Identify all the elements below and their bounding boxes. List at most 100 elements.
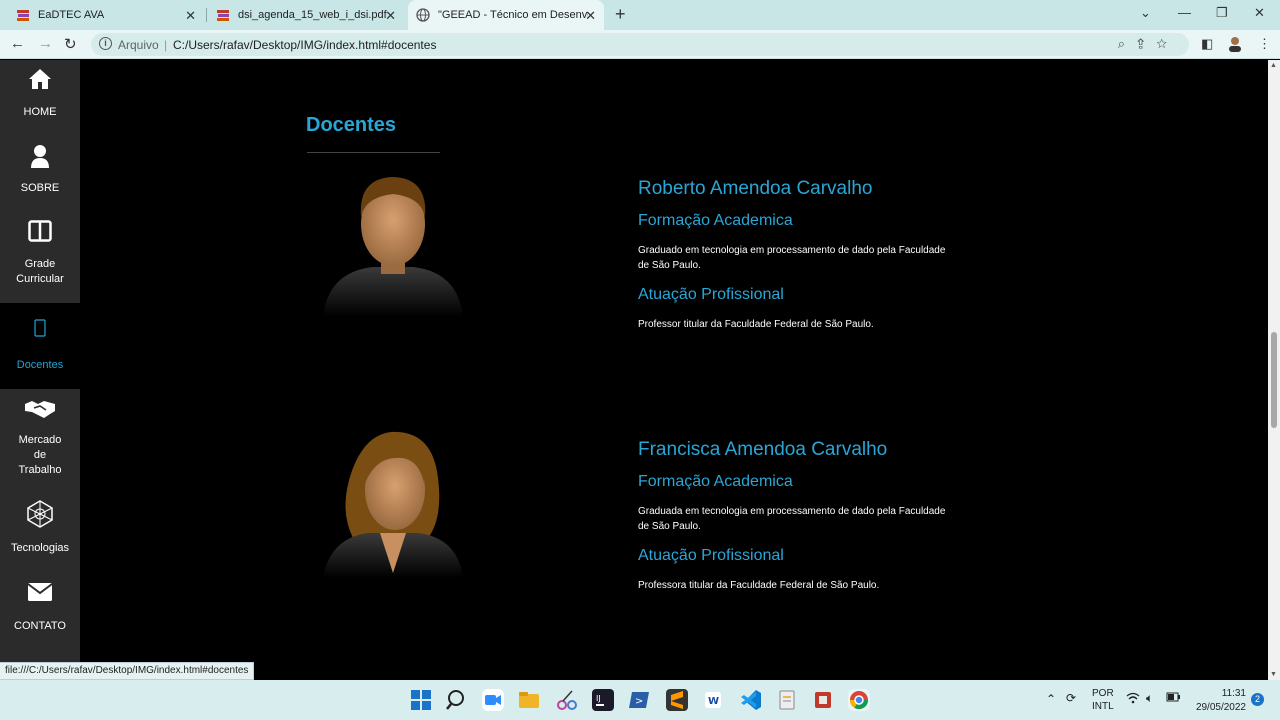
sidebar-item-label: SOBRE <box>20 182 60 194</box>
reload-button[interactable]: ↻ <box>64 35 77 53</box>
notification-badge[interactable]: 2 <box>1251 693 1264 706</box>
mobile-icon <box>0 319 80 342</box>
profile-avatar[interactable] <box>1228 36 1242 55</box>
powershell-icon[interactable]: > <box>628 689 650 711</box>
formacao-text: Graduada em tecnologia em processamento … <box>638 506 946 532</box>
office-red-app-icon[interactable] <box>812 689 834 711</box>
sidebar-item-tecnologias[interactable]: Tecnologias <box>0 500 80 570</box>
address-bar[interactable]: i Arquivo | C:/Users/rafav/Desktop/IMG/i… <box>91 33 1189 56</box>
atuacao-text: Professora titular da Faculdade Federal … <box>638 580 880 591</box>
sidebar-item-label: Docentes <box>16 359 64 371</box>
svg-text:>: > <box>635 696 643 707</box>
side-panel-icon[interactable]: ◧ <box>1201 36 1213 52</box>
vertical-scrollbar[interactable]: ▲ ▼ <box>1268 60 1280 680</box>
svg-text:IJ: IJ <box>596 694 601 703</box>
address-divider: | <box>164 38 168 52</box>
wifi-icon[interactable] <box>1126 692 1140 707</box>
user-icon <box>0 144 80 173</box>
network-icon <box>0 500 80 533</box>
books-icon <box>16 8 30 22</box>
atuacao-text: Professor titular da Faculdade Federal d… <box>638 319 874 330</box>
info-icon[interactable]: i <box>99 37 112 50</box>
search-icon[interactable] <box>446 689 468 711</box>
time-text: 11:31 <box>1221 688 1246 699</box>
language-code: POR <box>1092 688 1114 699</box>
back-button[interactable]: ← <box>10 35 25 52</box>
tab-search-icon[interactable]: ⌄ <box>1140 5 1151 21</box>
sidebar-item-label: Mercado de Trabalho <box>18 434 62 476</box>
books-icon <box>216 8 230 22</box>
maximize-button[interactable]: ❐ <box>1216 5 1228 21</box>
sidebar-item-mercado[interactable]: Mercado de Trabalho <box>0 398 80 480</box>
windows-taskbar: IJ > W ⌃ ⟳ POR INTL 🔈︎ 11:31 29/05/2022 … <box>0 680 1280 720</box>
clock[interactable]: 11:31 29/05/2022 <box>1192 687 1246 715</box>
word-icon[interactable]: W <box>702 689 724 711</box>
file-explorer-icon[interactable] <box>518 689 540 711</box>
zoom-icon[interactable]: ⌕ <box>1118 36 1137 51</box>
tab-pdf[interactable]: dsi_agenda_15_web_i_dsi.pdf ✕ <box>208 0 404 30</box>
envelope-icon <box>0 582 80 607</box>
close-tab-icon[interactable]: ✕ <box>185 8 196 24</box>
address-scheme-label: Arquivo <box>118 38 159 52</box>
close-tab-icon[interactable]: ✕ <box>385 8 396 24</box>
columns-icon <box>0 220 80 247</box>
scroll-down-arrow-icon[interactable]: ▼ <box>1270 671 1277 678</box>
sync-icon[interactable]: ⟳ <box>1066 691 1076 705</box>
home-icon <box>0 68 80 95</box>
omnibox-actions: ⌕⇪☆ <box>1118 36 1179 52</box>
scroll-up-arrow-icon[interactable]: ▲ <box>1270 62 1277 69</box>
battery-icon[interactable] <box>1166 691 1180 706</box>
sidebar-item-sobre[interactable]: SOBRE <box>0 144 80 212</box>
snipping-tool-icon[interactable] <box>556 689 578 711</box>
close-tab-icon[interactable]: ✕ <box>585 8 596 24</box>
svg-text:W: W <box>708 696 719 707</box>
sidebar-item-contato[interactable]: CONTATO <box>0 582 80 652</box>
tab-eadtec[interactable]: EaDTEC AVA ✕ <box>8 0 204 30</box>
browser-tab-strip: EaDTEC AVA ✕ dsi_agenda_15_web_i_dsi.pdf… <box>0 0 1280 30</box>
keyboard-layout: INTL <box>1092 701 1114 712</box>
formacao-heading: Formação Academica <box>638 473 793 490</box>
sidebar-item-label: Grade Curricular <box>16 258 64 285</box>
sidebar-item-docentes[interactable]: Docentes <box>0 303 80 389</box>
vscode-icon[interactable] <box>740 689 762 711</box>
tab-divider <box>206 8 207 22</box>
intellij-icon[interactable]: IJ <box>592 689 614 711</box>
volume-icon[interactable]: 🔈︎ <box>1146 691 1153 706</box>
sidebar-item-label: CONTATO <box>14 620 66 632</box>
browser-toolbar: ← → ↻ i Arquivo | C:/Users/rafav/Desktop… <box>0 30 1280 59</box>
docente-name: Francisca Amendoa Carvalho <box>638 439 888 460</box>
new-tab-button[interactable]: + <box>615 4 626 25</box>
zoom-meeting-icon[interactable] <box>482 689 504 711</box>
minimize-button[interactable]: — <box>1178 5 1191 20</box>
tab-geead[interactable]: "GEEAD - Técnico em Desenvolvi ✕ <box>408 0 604 30</box>
sidebar-item-label: HOME <box>23 106 57 118</box>
link-status-bar: file:///C:/Users/rafav/Desktop/IMG/index… <box>0 662 255 680</box>
female-avatar-image <box>318 428 468 583</box>
url-text[interactable]: C:/Users/rafav/Desktop/IMG/index.html#do… <box>173 38 436 52</box>
section-title: Docentes <box>306 114 397 136</box>
globe-icon <box>416 8 430 22</box>
date-text: 29/05/2022 <box>1195 702 1246 713</box>
input-language-indicator[interactable]: POR INTL <box>1092 687 1114 713</box>
bookmark-star-icon[interactable]: ☆ <box>1156 36 1179 51</box>
atuacao-heading: Atuação Profissional <box>638 286 784 303</box>
scrollbar-thumb[interactable] <box>1271 332 1277 428</box>
forward-button[interactable]: → <box>38 35 53 52</box>
page-viewport: HOME SOBRE Grade Curricular Docentes Mer… <box>0 60 1268 680</box>
chrome-icon[interactable] <box>848 689 870 711</box>
close-window-button[interactable]: ✕ <box>1254 5 1265 21</box>
sublime-text-icon[interactable] <box>666 689 688 711</box>
sidebar-nav: HOME SOBRE Grade Curricular Docentes Mer… <box>0 60 80 680</box>
chevron-up-icon[interactable]: ⌃ <box>1046 692 1056 706</box>
notepad-icon[interactable] <box>776 689 798 711</box>
sidebar-item-grade-curricular[interactable]: Grade Curricular <box>0 220 80 302</box>
male-avatar-image <box>318 172 468 322</box>
formacao-text: Graduado em tecnologia em processamento … <box>638 245 946 271</box>
share-icon[interactable]: ⇪ <box>1137 36 1156 51</box>
tab-title: dsi_agenda_15_web_i_dsi.pdf <box>238 9 387 21</box>
menu-kebab-icon[interactable]: ⋮ <box>1258 36 1271 52</box>
atuacao-heading: Atuação Profissional <box>638 547 784 564</box>
windows-start-icon[interactable] <box>410 689 432 711</box>
handshake-icon <box>0 398 80 425</box>
sidebar-item-home[interactable]: HOME <box>0 68 80 136</box>
